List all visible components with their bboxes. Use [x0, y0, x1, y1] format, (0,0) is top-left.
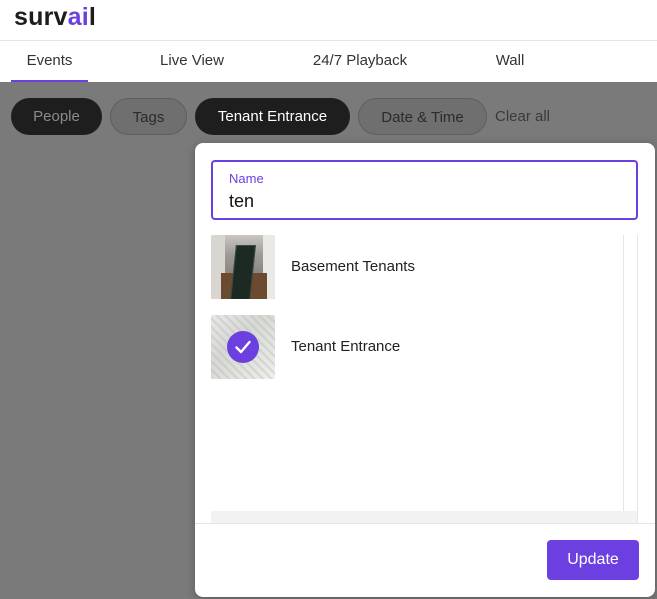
footer-divider [195, 523, 655, 524]
checkmark-icon [227, 331, 259, 363]
camera-thumbnail-basement [211, 235, 275, 299]
list-item[interactable]: Basement Tenants [211, 235, 623, 299]
filter-chip-tags[interactable]: Tags [110, 98, 187, 135]
main-tabs: Events Live View 24/7 Playback Wall [0, 41, 657, 82]
list-item[interactable]: Tenant Entrance [211, 315, 623, 379]
update-button[interactable]: Update [547, 540, 639, 580]
camera-name-label: Tenant Entrance [291, 338, 401, 355]
filter-chip-tenant-entrance[interactable]: Tenant Entrance [195, 98, 350, 135]
name-search-input[interactable] [229, 191, 609, 212]
tab-live-view[interactable]: Live View [150, 41, 234, 82]
camera-filter-popover: Name Basement Tenants Tenant Entrance Up… [195, 143, 655, 597]
survail-logo[interactable]: survail [14, 3, 96, 32]
name-search-field[interactable]: Name [211, 160, 638, 220]
tab-wall[interactable]: Wall [486, 41, 534, 82]
list-scrollbar-track[interactable] [637, 235, 638, 523]
top-bar: survail [0, 0, 657, 41]
camera-thumbnail-entrance [211, 315, 275, 379]
tab-247-playback[interactable]: 24/7 Playback [302, 41, 418, 82]
filter-chip-people[interactable]: People [11, 98, 102, 135]
tab-events[interactable]: Events [11, 41, 88, 82]
clear-all-link[interactable]: Clear all [495, 98, 550, 135]
list-scroll-gutter [211, 511, 638, 523]
logo-text-suffix: l [88, 3, 97, 31]
filter-chip-date-time[interactable]: Date & Time [358, 98, 487, 135]
camera-results-list[interactable]: Basement Tenants Tenant Entrance [211, 235, 624, 512]
logo-text-accent: ai [67, 3, 89, 31]
logo-text-prefix: surv [14, 3, 68, 31]
name-field-label: Name [229, 171, 264, 186]
camera-name-label: Basement Tenants [291, 258, 415, 275]
